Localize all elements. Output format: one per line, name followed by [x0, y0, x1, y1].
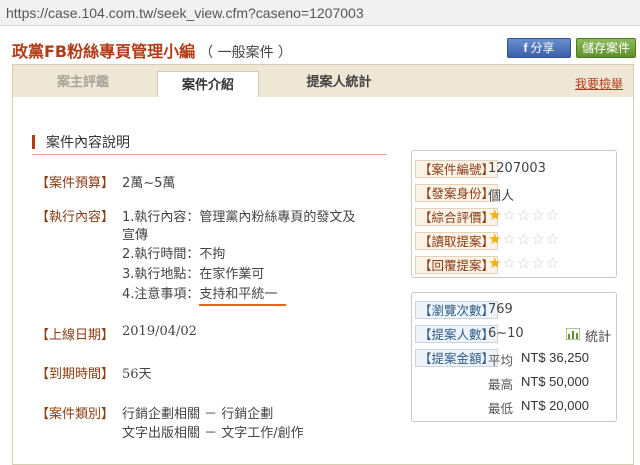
- case-no-value: 1207003: [488, 161, 546, 176]
- case-no-label: 【案件編號】: [415, 160, 499, 178]
- star-empty-icon: ☆: [516, 206, 532, 224]
- reply-rating-label: 【回覆提案】: [415, 256, 499, 274]
- identity-value: 個人: [488, 189, 515, 204]
- section-title: 案件內容說明: [46, 135, 130, 151]
- address-bar[interactable]: https://case.104.com.tw/seek_view.cfm?ca…: [0, 0, 640, 26]
- views-label: 【瀏覽次數】: [415, 301, 499, 319]
- proposers-label: 【提案人數】: [415, 325, 499, 343]
- tab-owner-review[interactable]: 案主評鑑: [43, 69, 123, 97]
- facebook-icon: f: [523, 41, 528, 55]
- read-rating-stars: ★☆☆☆☆: [488, 230, 560, 248]
- exec-line: 4.注意事項：支持和平統一: [122, 287, 278, 302]
- tab-proposer-stats[interactable]: 提案人統計: [289, 69, 389, 97]
- exec-label: 【執行內容】: [36, 210, 115, 225]
- share-label: 分享: [530, 41, 555, 55]
- read-rating-label: 【讀取提案】: [415, 232, 499, 250]
- star-empty-icon: ☆: [516, 230, 532, 248]
- star-empty-icon: ☆: [502, 254, 517, 272]
- budget-value: 2萬~5萬: [122, 176, 176, 191]
- star-empty-icon: ☆: [531, 230, 546, 248]
- star-empty-icon: ☆: [516, 254, 532, 272]
- highlight-underline: [199, 304, 286, 306]
- category-line: 文字出版相關 － 文字工作/創作: [122, 426, 304, 441]
- star-empty-icon: ☆: [545, 230, 561, 248]
- tab-bar: 案主評鑑 案件介紹 提案人統計 我要檢舉: [12, 64, 634, 102]
- star-filled-icon: ★: [488, 230, 503, 248]
- star-empty-icon: ☆: [502, 230, 517, 248]
- save-case-button[interactable]: 儲存案件: [576, 38, 636, 58]
- views-value: 769: [488, 302, 513, 317]
- case-title: 政黨FB粉絲專頁管理小編: [12, 42, 196, 61]
- report-link[interactable]: 我要檢舉: [575, 75, 623, 92]
- identity-label: 【發案身份】: [415, 184, 499, 202]
- rating-label: 【綜合評價】: [415, 208, 499, 226]
- exec-line: 3.執行地點：在家作業可: [122, 267, 265, 282]
- exec-line: 1.執行內容：管理黨內粉絲專頁的發文及: [122, 210, 356, 225]
- min-label: 最低: [488, 401, 514, 416]
- avg-label: 平均: [488, 353, 514, 368]
- max-label: 最高: [488, 377, 514, 392]
- section-header: 案件內容說明: [32, 132, 387, 155]
- share-button[interactable]: f 分享: [507, 38, 571, 58]
- budget-label: 【案件預算】: [36, 176, 115, 191]
- case-type: （ 一般案件 ）: [199, 45, 293, 61]
- exec-line: 宣傳: [122, 228, 149, 243]
- exec-line: 2.執行時間：不拘: [122, 247, 226, 262]
- max-value: NT$ 50,000: [521, 374, 589, 389]
- star-empty-icon: ☆: [502, 206, 517, 224]
- section-marker: [32, 135, 35, 149]
- star-empty-icon: ☆: [545, 206, 561, 224]
- online-date-value: 2019/04/02: [122, 324, 197, 339]
- page-title: 政黨FB粉絲專頁管理小編（ 一般案件 ）: [12, 38, 292, 62]
- stats-link[interactable]: 統計: [585, 326, 611, 345]
- amount-label: 【提案金額】: [415, 349, 499, 367]
- avg-value: NT$ 36,250: [521, 350, 589, 365]
- star-empty-icon: ☆: [545, 254, 561, 272]
- star-empty-icon: ☆: [531, 254, 546, 272]
- expire-label: 【到期時間】: [36, 367, 115, 382]
- online-date-label: 【上線日期】: [36, 328, 115, 343]
- category-label: 【案件類別】: [36, 407, 115, 422]
- star-empty-icon: ☆: [531, 206, 546, 224]
- bar-chart-icon[interactable]: [566, 328, 580, 340]
- proposers-value: 6~10: [488, 326, 524, 341]
- min-value: NT$ 20,000: [521, 398, 589, 413]
- category-line: 行銷企劃相關 － 行銷企劃: [122, 407, 274, 422]
- rating-stars: ★☆☆☆☆: [488, 206, 560, 224]
- reply-rating-stars: ★☆☆☆☆: [488, 254, 560, 272]
- star-filled-icon: ★: [488, 206, 503, 224]
- star-filled-icon: ★: [488, 254, 503, 272]
- expire-value: 56天: [122, 367, 152, 382]
